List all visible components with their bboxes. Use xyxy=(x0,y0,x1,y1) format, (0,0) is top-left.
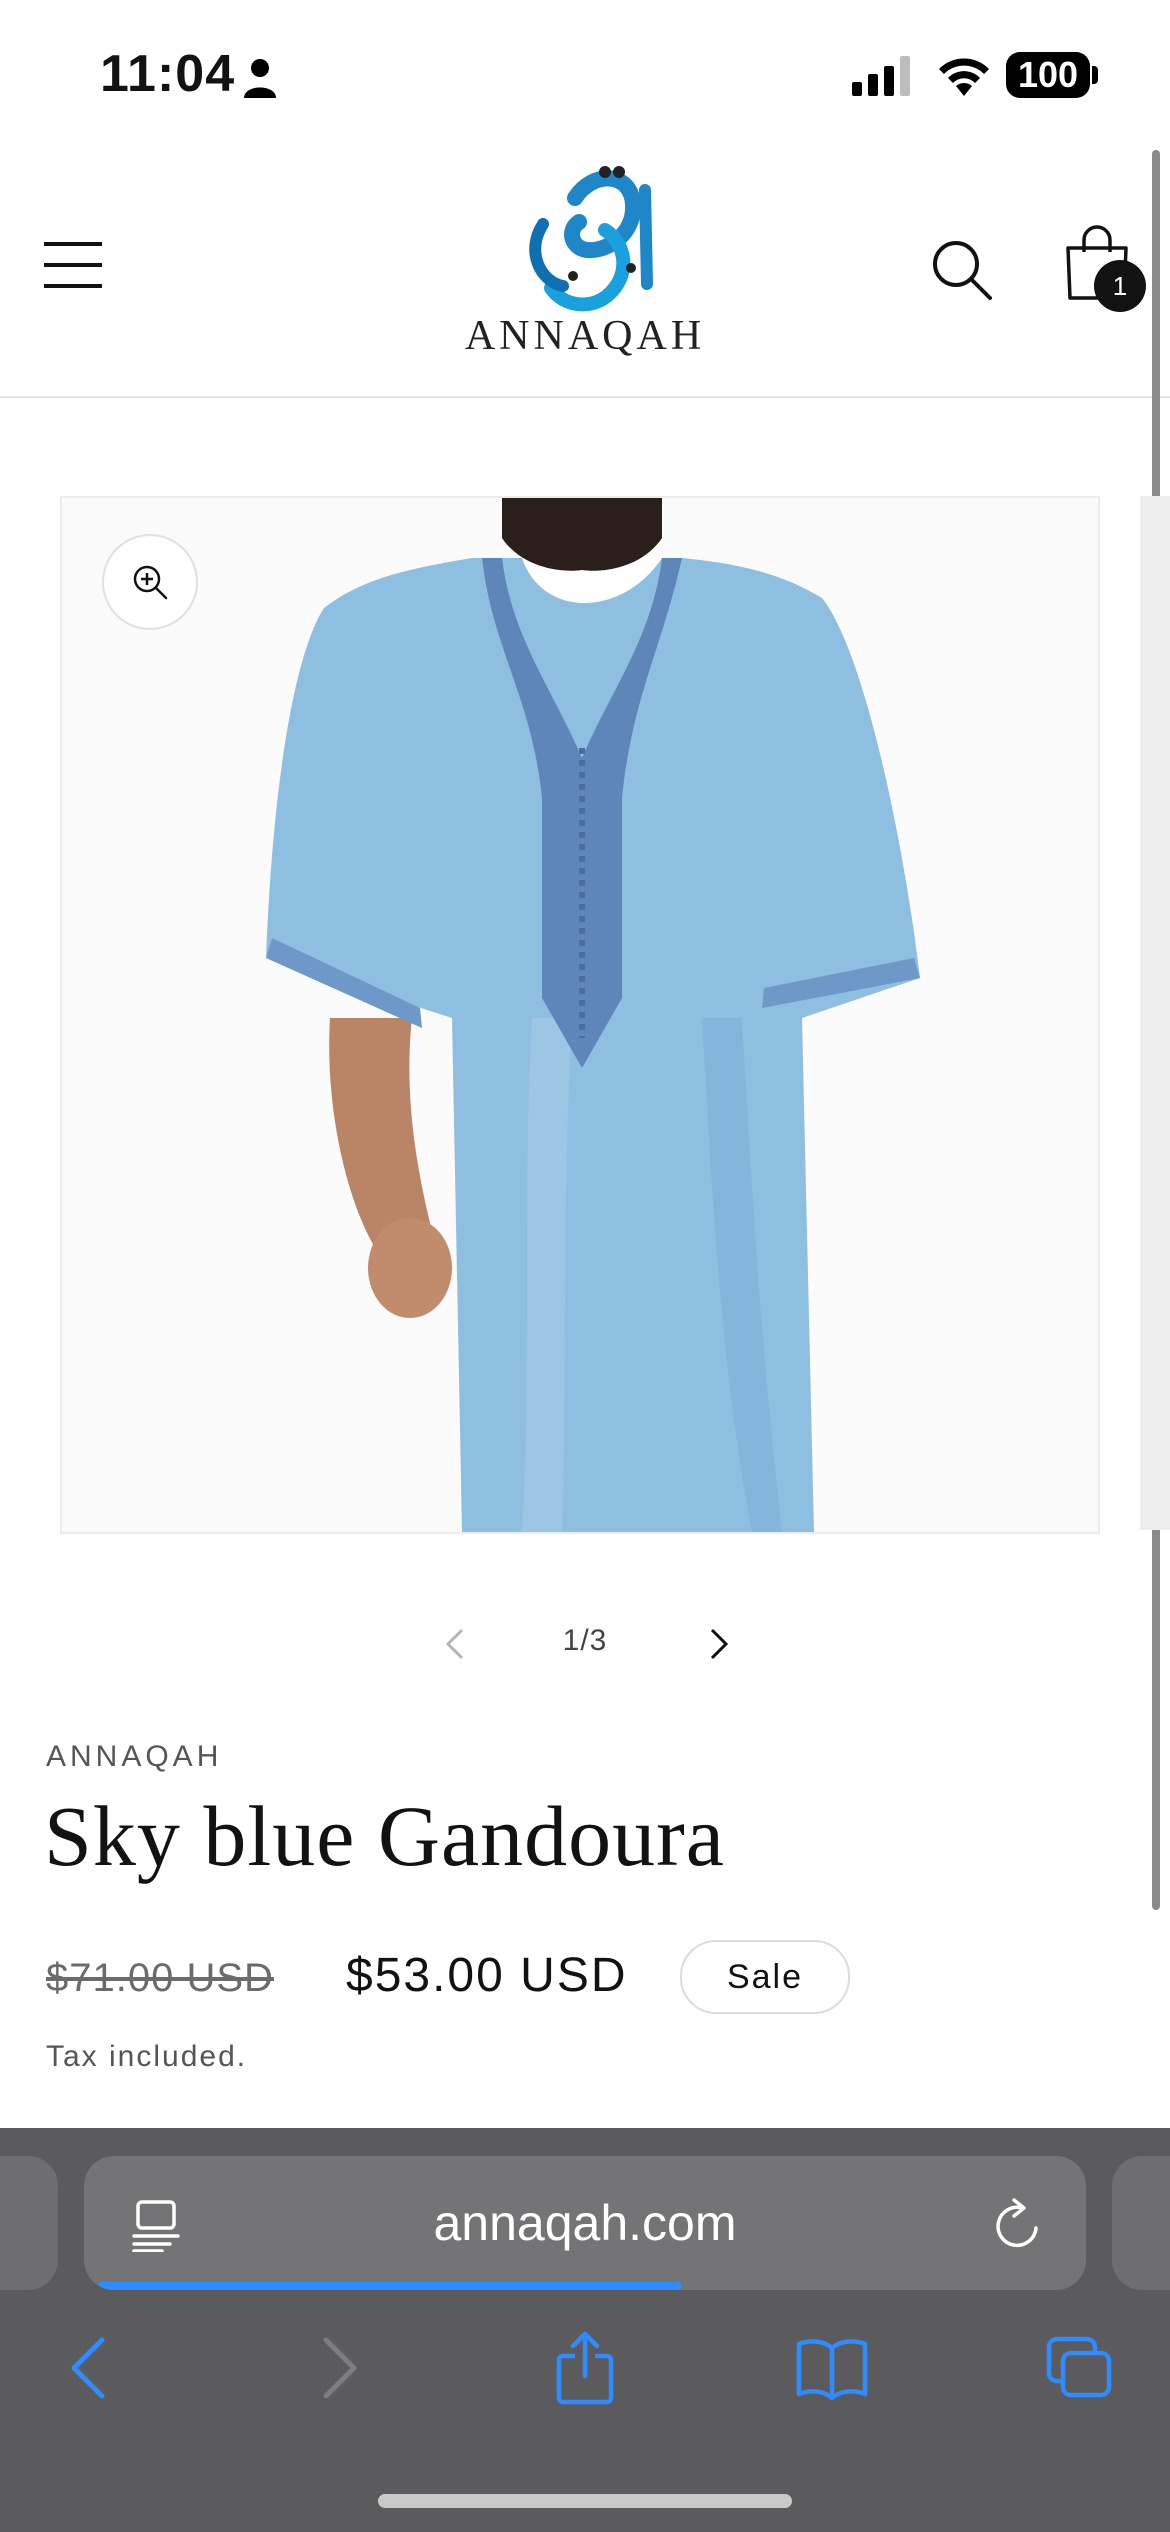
search-icon[interactable] xyxy=(930,238,994,302)
product-vendor: ANNAQAH xyxy=(46,1740,223,1773)
share-button[interactable] xyxy=(545,2328,625,2408)
status-time: 11:04 xyxy=(100,45,236,103)
product-title: Sky blue Gandoura xyxy=(44,1788,725,1884)
book-icon xyxy=(796,2339,868,2400)
compare-at-price: $71.00 USD xyxy=(46,1956,274,2000)
menu-icon[interactable] xyxy=(42,238,104,292)
page-load-progress xyxy=(98,2282,683,2290)
calligraphy-logo-icon xyxy=(529,166,653,312)
battery-indicator: 100 xyxy=(1006,52,1090,98)
browser-toolbar: annaqah.com xyxy=(0,2128,1170,2532)
person-icon xyxy=(244,59,276,98)
slider-controls: 1/3 xyxy=(420,1610,750,1680)
brand-logo[interactable]: ANNAQAH xyxy=(455,164,715,384)
next-tab-preview[interactable] xyxy=(1112,2156,1170,2290)
address-bar[interactable]: annaqah.com xyxy=(84,2156,1086,2290)
tabs-button[interactable] xyxy=(1040,2328,1120,2408)
slide-counter: 1/3 xyxy=(562,1624,608,1657)
cart-count-badge: 1 xyxy=(1094,260,1146,312)
reload-icon[interactable] xyxy=(992,2198,1044,2252)
url-text[interactable]: annaqah.com xyxy=(84,2194,1086,2252)
sale-badge: Sale xyxy=(680,1940,850,2014)
zoom-button[interactable] xyxy=(102,534,198,630)
logo-wordmark: ANNAQAH xyxy=(464,313,706,359)
forward-arrow-icon xyxy=(323,2337,357,2399)
share-icon xyxy=(556,2331,614,2405)
tax-note: Tax included. xyxy=(46,2040,248,2073)
forward-button[interactable] xyxy=(300,2328,380,2408)
tabs-icon xyxy=(1046,2336,1112,2398)
wifi-icon xyxy=(939,58,989,96)
back-button[interactable] xyxy=(48,2328,128,2408)
next-slide-button[interactable] xyxy=(696,1622,740,1666)
battery-nub xyxy=(1092,66,1098,84)
bookmarks-button[interactable] xyxy=(792,2328,872,2408)
gandoura-photo xyxy=(62,498,1098,1532)
zoom-in-icon xyxy=(133,565,168,600)
status-bar: 11:04 100 xyxy=(0,0,1170,150)
next-slide-preview[interactable] xyxy=(1140,496,1170,1530)
previous-tab-preview[interactable] xyxy=(0,2156,58,2290)
previous-slide-button[interactable] xyxy=(434,1622,478,1666)
signal-icon xyxy=(852,56,910,96)
home-indicator[interactable] xyxy=(378,2494,792,2508)
product-image[interactable] xyxy=(60,496,1100,1534)
sale-price: $53.00 USD xyxy=(346,1949,628,2002)
site-header: ANNAQAH 1 xyxy=(0,150,1170,398)
back-arrow-icon xyxy=(71,2337,105,2399)
